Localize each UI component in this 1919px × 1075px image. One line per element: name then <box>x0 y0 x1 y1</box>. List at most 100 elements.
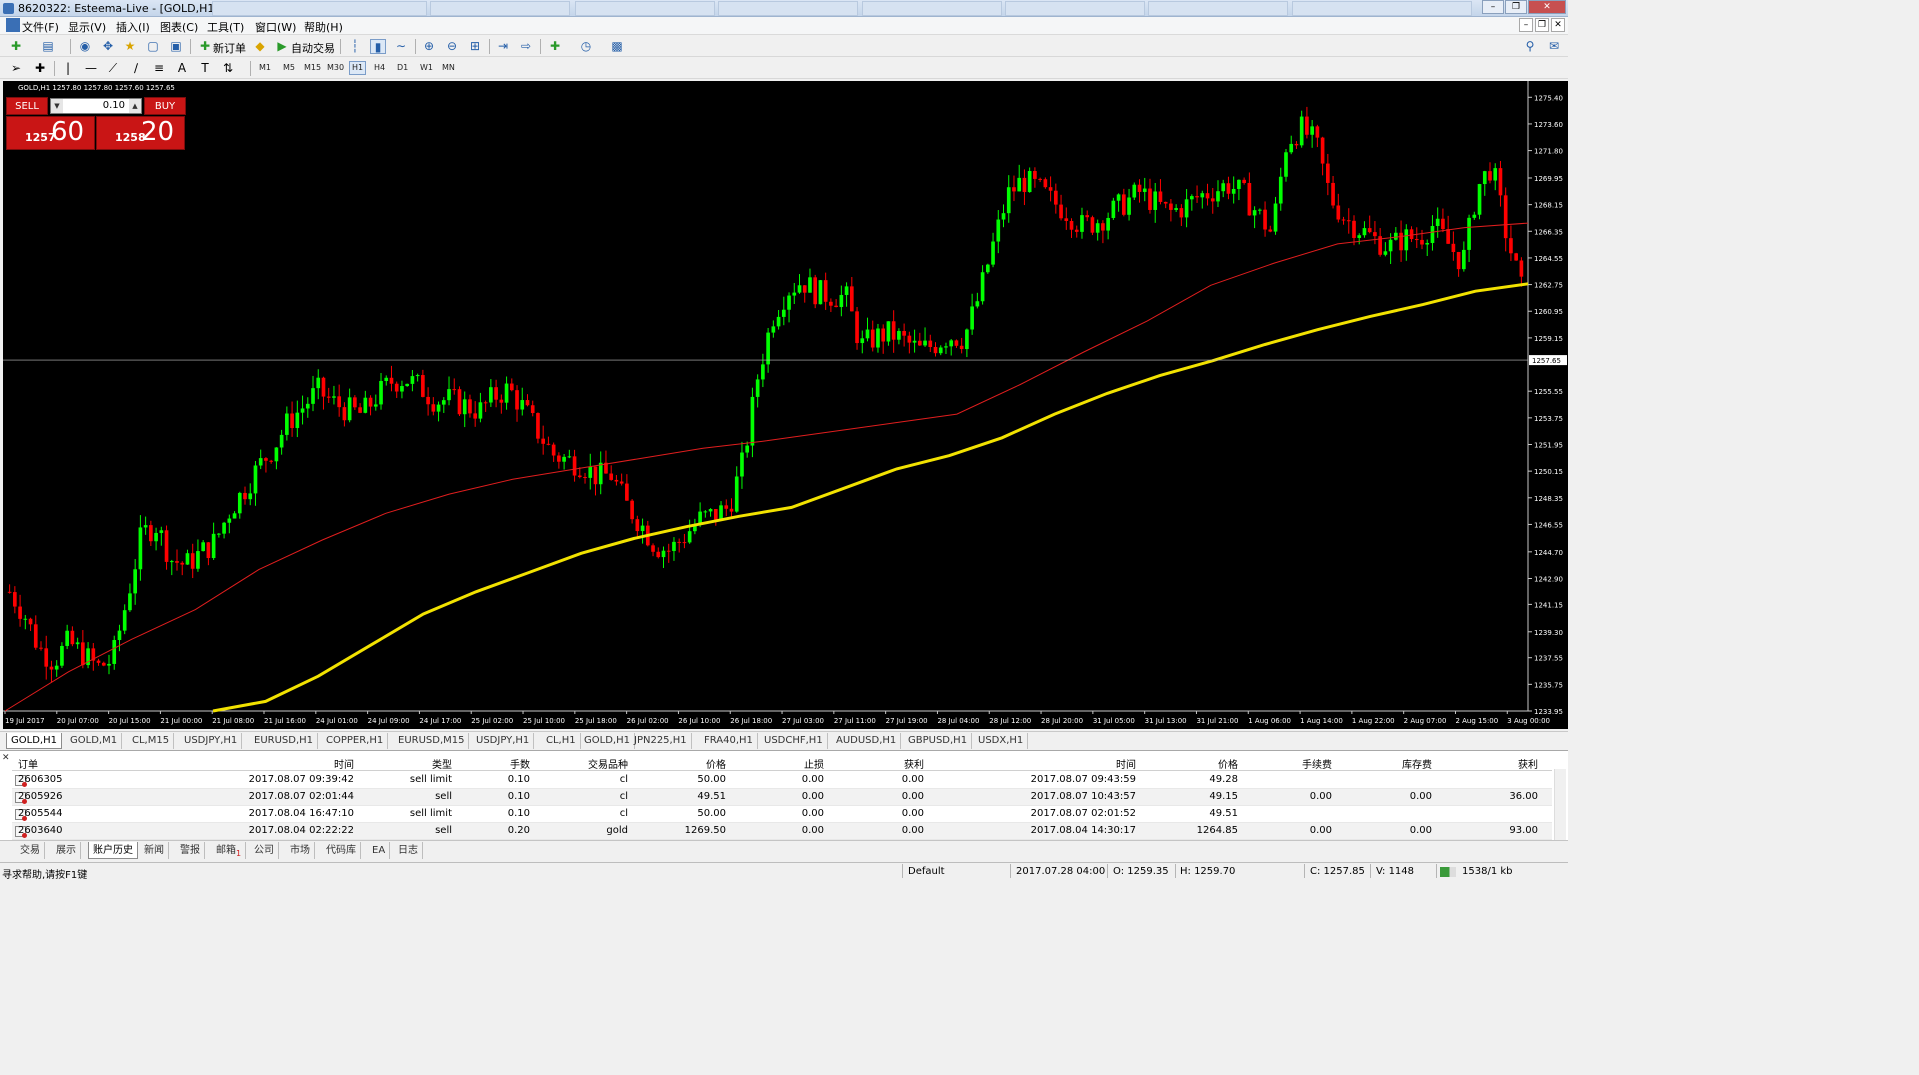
history-row[interactable]: 2603640 2017.08.04 02:22:22 sell 0.20 gold 12… <box>12 823 1552 840</box>
timeframe-h1[interactable]: H1 <box>349 61 367 75</box>
equidistant-channel-icon[interactable]: ∕ <box>128 61 144 76</box>
terminal-icon[interactable]: ▢ <box>145 39 161 54</box>
auto-trading-button[interactable]: 自动交易 <box>291 40 335 56</box>
chart-tab[interactable]: EURUSD,H1 <box>250 733 319 749</box>
timeframe-m1[interactable]: M1 <box>259 63 271 72</box>
history-row[interactable]: 2605926 2017.08.07 02:01:44 sell 0.10 cl 49.5… <box>12 789 1552 806</box>
tile-windows-icon[interactable]: ⊞ <box>467 39 483 54</box>
terminal-tab[interactable]: 账户历史 <box>88 842 138 859</box>
column-header[interactable]: 库存费 <box>1336 756 1432 771</box>
terminal-tab[interactable]: 公司 <box>250 842 279 859</box>
background-window-tab[interactable] <box>575 1 715 16</box>
terminal-tab[interactable]: EA <box>368 842 391 859</box>
auto-trading-icon[interactable]: ▶ <box>274 39 290 54</box>
terminal-tab[interactable]: 市场 <box>286 842 315 859</box>
menu-tools[interactable]: 工具(T) <box>207 19 244 35</box>
chart-tab[interactable]: JPN225,H1 <box>630 733 692 749</box>
timeframe-m30[interactable]: M30 <box>327 63 344 72</box>
lot-increase-icon[interactable]: ▲ <box>129 99 141 113</box>
text-label-icon[interactable]: T <box>197 61 213 76</box>
chart-shift-icon[interactable]: ⇥ <box>495 39 511 54</box>
vertical-line-icon[interactable]: | <box>60 61 76 76</box>
chart-tab[interactable]: GOLD,H1 <box>6 733 62 749</box>
terminal-tab[interactable]: 展示 <box>52 842 81 859</box>
mdi-restore-button[interactable]: ❐ <box>1535 18 1549 32</box>
profiles-icon[interactable]: ▤ <box>40 39 56 54</box>
column-header[interactable]: 价格 <box>630 756 726 771</box>
column-header[interactable]: 时间 <box>140 756 354 771</box>
buy-button[interactable]: BUY <box>144 97 186 115</box>
zoom-out-icon[interactable]: ⊖ <box>444 39 460 54</box>
menu-view[interactable]: 显示(V) <box>68 19 106 35</box>
arrows-icon[interactable]: ⇅ <box>220 61 236 76</box>
candlestick-icon[interactable]: ▮ <box>370 39 386 54</box>
menu-insert[interactable]: 插入(I) <box>116 19 150 35</box>
chart-tab[interactable]: USDJPY,H1 <box>180 733 243 749</box>
terminal-tab[interactable]: 代码库 <box>322 842 361 859</box>
search-icon[interactable]: ⚲ <box>1522 39 1538 54</box>
candlestick-chart[interactable]: 1275.40 1273.60 1271.80 1269.95 1268.15 1266.… <box>3 81 1568 729</box>
chart-tab[interactable]: COPPER,H1 <box>322 733 389 749</box>
column-header[interactable]: 手数 <box>456 756 530 771</box>
sell-button[interactable]: SELL <box>6 97 48 115</box>
column-header[interactable]: 获利 <box>828 756 924 771</box>
indicators-icon[interactable]: ✚ <box>547 39 563 54</box>
column-header[interactable]: 类型 <box>360 756 452 771</box>
background-window-tab[interactable] <box>212 1 427 16</box>
strategy-tester-icon[interactable]: ▣ <box>168 39 184 54</box>
menu-help[interactable]: 帮助(H) <box>304 19 343 35</box>
mdi-close-button[interactable]: ✕ <box>1551 18 1565 32</box>
column-header[interactable]: 时间 <box>922 756 1136 771</box>
terminal-tab[interactable]: 新闻 <box>140 842 169 859</box>
timeframe-m5[interactable]: M5 <box>283 63 295 72</box>
data-window-icon[interactable]: ✥ <box>100 39 116 54</box>
history-row[interactable]: 2606305 2017.08.07 09:39:42 sell limit 0.10… <box>12 772 1552 789</box>
sell-price-button[interactable]: 1257 60 <box>6 116 95 150</box>
terminal-tab[interactable]: 日志 <box>394 842 423 859</box>
market-watch-icon[interactable]: ◉ <box>77 39 93 54</box>
lot-size-field[interactable]: ▼ 0.10 ▲ <box>50 98 142 114</box>
column-header[interactable]: 订单 <box>18 756 128 771</box>
chart-tab[interactable]: AUDUSD,H1 <box>832 733 902 749</box>
new-order-icon[interactable]: ✚ <box>197 39 213 54</box>
close-button[interactable]: ✕ <box>1528 0 1566 14</box>
background-window-tab[interactable] <box>430 1 570 16</box>
background-window-tab[interactable] <box>1148 1 1288 16</box>
terminal-tab[interactable]: 邮箱1 <box>212 842 247 859</box>
price-chart[interactable]: 1275.40 1273.60 1271.80 1269.95 1268.15 1266.… <box>3 81 1568 729</box>
menu-file[interactable]: 文件(F) <box>22 19 59 35</box>
new-chart-icon[interactable]: ✚ <box>8 39 24 54</box>
mdi-minimize-button[interactable]: – <box>1519 18 1533 32</box>
column-header[interactable]: 价格 <box>1142 756 1238 771</box>
chart-tab[interactable]: USDX,H1 <box>974 733 1029 749</box>
terminal-close-icon[interactable]: ✕ <box>2 753 10 763</box>
chart-tab[interactable]: USDJPY,H1 <box>472 733 535 749</box>
periods-icon[interactable]: ◷ <box>578 39 594 54</box>
column-header[interactable]: 手续费 <box>1240 756 1332 771</box>
lot-size-value[interactable]: 0.10 <box>103 100 125 111</box>
terminal-tab[interactable]: 交易 <box>16 842 45 859</box>
chart-tab[interactable]: GOLD,H1 <box>580 733 635 749</box>
chart-window-icon[interactable] <box>6 18 20 32</box>
metaeditor-icon[interactable]: ◆ <box>252 39 268 54</box>
column-header[interactable]: 止损 <box>728 756 824 771</box>
chart-tab[interactable]: USDCHF,H1 <box>760 733 828 749</box>
lot-decrease-icon[interactable]: ▼ <box>51 99 63 113</box>
bar-chart-icon[interactable]: ┆ <box>347 39 363 54</box>
zoom-in-icon[interactable]: ⊕ <box>421 39 437 54</box>
background-window-tab[interactable] <box>862 1 1002 16</box>
chart-tab[interactable]: CL,M15 <box>128 733 175 749</box>
background-window-tab[interactable] <box>1005 1 1145 16</box>
cursor-icon[interactable]: ➢ <box>8 61 24 76</box>
column-header[interactable]: 交易品种 <box>536 756 628 771</box>
templates-icon[interactable]: ▩ <box>609 39 625 54</box>
timeframe-h4[interactable]: H4 <box>374 63 385 72</box>
background-window-tab[interactable] <box>1292 1 1472 16</box>
buy-price-button[interactable]: 1258 20 <box>96 116 185 150</box>
menu-window[interactable]: 窗口(W) <box>255 19 296 35</box>
terminal-scrollbar[interactable] <box>1554 769 1566 841</box>
text-icon[interactable]: A <box>174 61 190 76</box>
terminal-tab[interactable]: 警报 <box>176 842 205 859</box>
timeframe-w1[interactable]: W1 <box>420 63 433 72</box>
minimize-button[interactable]: – <box>1482 0 1504 14</box>
